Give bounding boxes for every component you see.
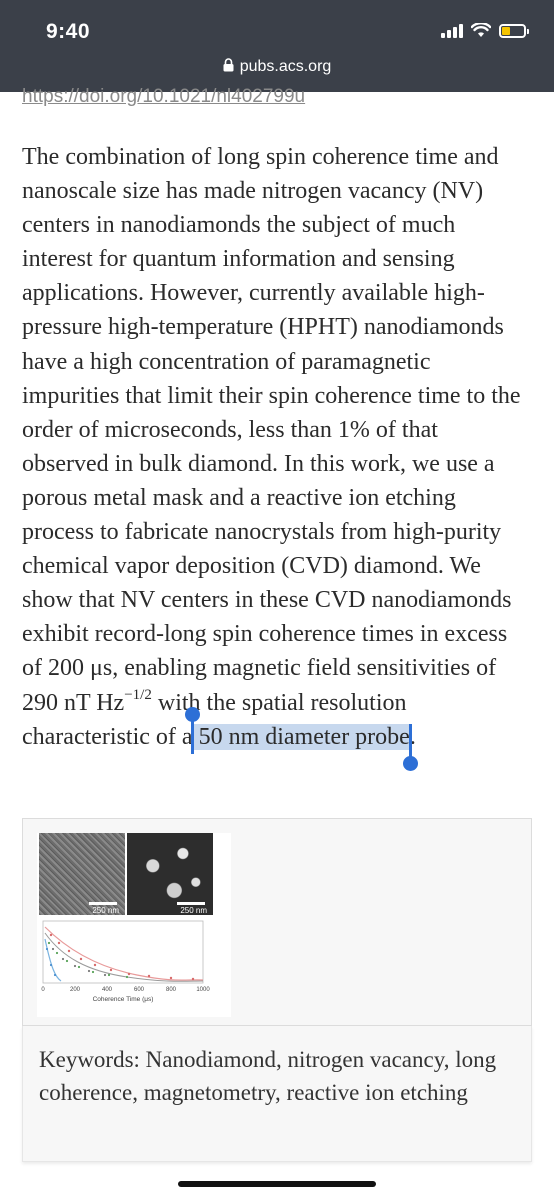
- x-tick: 800: [166, 987, 177, 993]
- doi-link[interactable]: https://doi.org/10.1021/nl402799u: [22, 86, 305, 108]
- battery-icon: [499, 23, 529, 38]
- scale-label: 250 nm: [180, 906, 207, 915]
- selected-text: 50 nm diameter probe: [192, 723, 410, 750]
- home-indicator[interactable]: [178, 1181, 376, 1187]
- sem-image-left: 250 nm: [39, 833, 125, 915]
- status-icons: [441, 23, 529, 38]
- cellular-signal-icon: [441, 23, 463, 38]
- sem-image-right: 250 nm: [127, 833, 213, 915]
- x-axis-label: Coherence Time (μs): [93, 996, 154, 1003]
- x-tick: 400: [102, 987, 113, 993]
- coherence-plot: 0 200 400 600 800 1000 Coherence Time (μ…: [41, 920, 210, 1003]
- keywords-text: Keywords: Nanodiamond, nitrogen vacancy,…: [39, 1047, 497, 1105]
- abstract-text: The combination of long spin coherence t…: [22, 140, 522, 771]
- exponent: −1/2: [124, 686, 152, 703]
- x-tick: 600: [134, 987, 145, 993]
- status-time: 9:40: [46, 20, 91, 43]
- toc-figure[interactable]: 250 nm 250 nm 0 200 400 600 800 1000 Coh…: [37, 833, 231, 1017]
- lock-icon: [223, 58, 234, 72]
- selection-start-handle[interactable]: [184, 706, 200, 754]
- x-tick: 1000: [196, 987, 210, 993]
- keywords-card: Keywords: Nanodiamond, nitrogen vacancy,…: [22, 1026, 532, 1162]
- url-bar[interactable]: pubs.acs.org: [0, 58, 554, 76]
- scale-label: 250 nm: [92, 906, 119, 915]
- text-selection[interactable]: 50 nm diameter probe: [184, 706, 418, 771]
- browser-top-bar: 9:40 pubs.acs.org: [0, 0, 554, 92]
- selection-end-handle[interactable]: [402, 723, 418, 771]
- abstract-body: The combination of long spin coherence t…: [22, 144, 521, 716]
- x-tick: 200: [70, 987, 81, 993]
- x-tick: 0: [41, 987, 45, 993]
- toc-graphic-card: 250 nm 250 nm 0 200 400 600 800 1000 Coh…: [22, 818, 532, 1026]
- url-domain: pubs.acs.org: [239, 58, 332, 75]
- wifi-icon: [471, 23, 491, 37]
